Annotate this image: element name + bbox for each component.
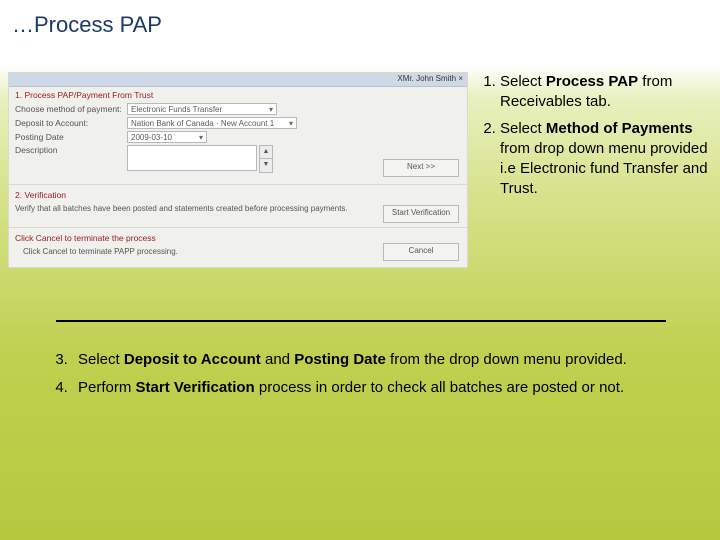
method-label: Choose method of payment: — [15, 104, 127, 114]
instructions-right: Select Process PAP from Receivables tab.… — [478, 72, 710, 206]
section-2-label: 2. Verification — [9, 187, 467, 202]
method-dropdown[interactable]: Electronic Funds Transfer — [127, 103, 277, 115]
posting-label: Posting Date — [15, 132, 127, 142]
app-window: XMr. John Smith × 1. Process PAP/Payment… — [8, 72, 468, 268]
step-2: Select Method of Payments from drop down… — [500, 119, 710, 200]
instructions-lower: Select Deposit to Account and Posting Da… — [38, 350, 678, 407]
section-1-label: 1. Process PAP/Payment From Trust — [9, 87, 467, 102]
next-button[interactable]: Next >> — [383, 159, 459, 177]
window-titlebar: XMr. John Smith × — [9, 73, 467, 87]
page-title: …Process PAP — [12, 12, 162, 38]
horizontal-divider — [56, 320, 666, 322]
step-3: Select Deposit to Account and Posting Da… — [72, 350, 678, 370]
step-1: Select Process PAP from Receivables tab. — [500, 72, 710, 113]
deposit-label: Deposit to Account: — [15, 118, 127, 128]
step-4: Perform Start Verification process in or… — [72, 378, 678, 398]
description-stepper[interactable] — [259, 145, 273, 173]
description-label: Description — [15, 145, 127, 155]
description-input[interactable] — [127, 145, 257, 171]
deposit-dropdown[interactable]: Nation Bank of Canada · New Account 1 — [127, 117, 297, 129]
cancel-button[interactable]: Cancel — [383, 243, 459, 261]
start-verification-button[interactable]: Start Verification — [383, 205, 459, 223]
posting-date-picker[interactable]: 2009-03-10 — [127, 131, 207, 143]
